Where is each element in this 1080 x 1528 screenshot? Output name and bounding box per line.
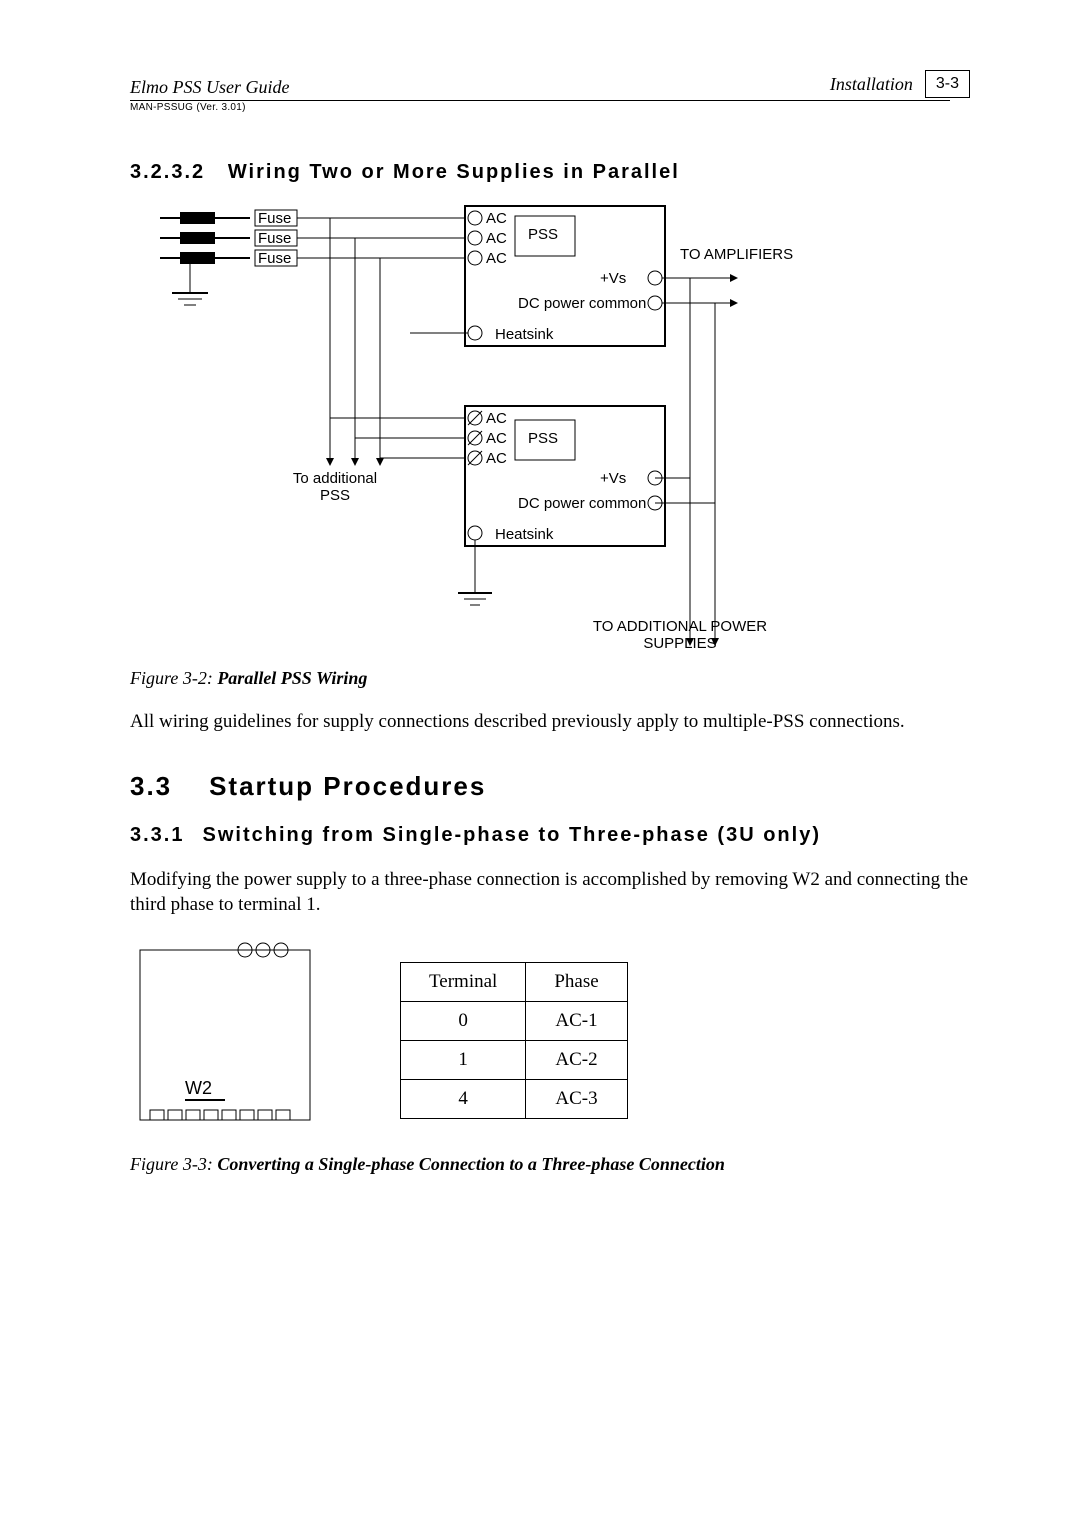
table-row: 0 AC-1 [401,1001,628,1040]
section-title: Switching from Single-phase to Three-pha… [202,824,821,847]
figure-3-2: Fuse Fuse Fuse AC AC AC PSS TO AMPLIFIER… [130,198,970,689]
to-additional-pss-label: To additional PSS [280,470,390,504]
caption-bold: Converting a Single-phase Connection to … [217,1154,725,1174]
vs-label: +Vs [600,470,626,487]
ac-label: AC [486,250,507,267]
table-row: 1 AC-2 [401,1040,628,1079]
doc-ref: MAN-PSSUG (Ver. 3.01) [130,102,970,113]
figure-3-3-caption: Figure 3-3: Converting a Single-phase Co… [130,1154,970,1175]
w2-diagram: W2 [130,940,320,1130]
paragraph-1: All wiring guidelines for supply connect… [130,709,970,735]
ac-label: AC [486,230,507,247]
ac-label: AC [486,210,507,227]
ac-label: AC [486,410,507,427]
dc-common-label: DC power common [518,295,646,312]
terminal-cell: 4 [401,1079,526,1118]
heatsink-label: Heatsink [495,326,553,343]
w2-label: W2 [185,1078,212,1099]
section-3-3-1-heading: 3.3.1 Switching from Single-phase to Thr… [130,824,970,847]
pss-label: PSS [528,226,558,243]
section-number: 3.2.3.2 [130,161,205,183]
page-header: Elmo PSS User Guide Installation 3-3 [130,70,970,98]
section-title: Startup Procedures [209,771,486,801]
fuse-label: Fuse [258,210,291,227]
ac-label: AC [486,430,507,447]
pss-label: PSS [528,430,558,447]
caption-bold: Parallel PSS Wiring [217,668,367,688]
guide-title: Elmo PSS User Guide [130,77,289,98]
table-header-phase: Phase [526,962,627,1001]
ac-label: AC [486,450,507,467]
section-number: 3.3.1 [130,824,184,847]
heatsink-label: Heatsink [495,526,553,543]
caption-prefix: Figure 3-2: [130,668,217,688]
dc-common-label: DC power common [518,495,646,512]
terminal-cell: 0 [401,1001,526,1040]
to-additional-supplies-label: TO ADDITIONAL POWER SUPPLIES [590,618,770,652]
fuse-label: Fuse [258,230,291,247]
caption-prefix: Figure 3-3: [130,1154,217,1174]
phase-cell: AC-3 [526,1079,627,1118]
page-number: 3-3 [925,70,970,98]
phase-cell: AC-1 [526,1001,627,1040]
figure-3-2-caption: Figure 3-2: Parallel PSS Wiring [130,668,970,689]
figure-3-3-area: W2 Terminal Phase 0 AC-1 1 AC-2 4 [130,940,970,1130]
terminal-phase-table: Terminal Phase 0 AC-1 1 AC-2 4 AC-3 [400,962,628,1119]
phase-cell: AC-2 [526,1040,627,1079]
section-name: Installation [830,74,913,95]
fuse-label: Fuse [258,250,291,267]
section-title: Wiring Two or More Supplies in Parallel [228,161,680,183]
section-number: 3.3 [130,771,172,801]
paragraph-2: Modifying the power supply to a three-ph… [130,867,970,918]
section-3-3-heading: 3.3 Startup Procedures [130,771,970,802]
header-divider [130,100,950,101]
section-3-2-3-2-heading: 3.2.3.2 Wiring Two or More Supplies in P… [130,161,970,184]
to-amplifiers-label: TO AMPLIFIERS [680,246,793,263]
terminal-cell: 1 [401,1040,526,1079]
table-header-terminal: Terminal [401,962,526,1001]
table-row: 4 AC-3 [401,1079,628,1118]
vs-label: +Vs [600,270,626,287]
